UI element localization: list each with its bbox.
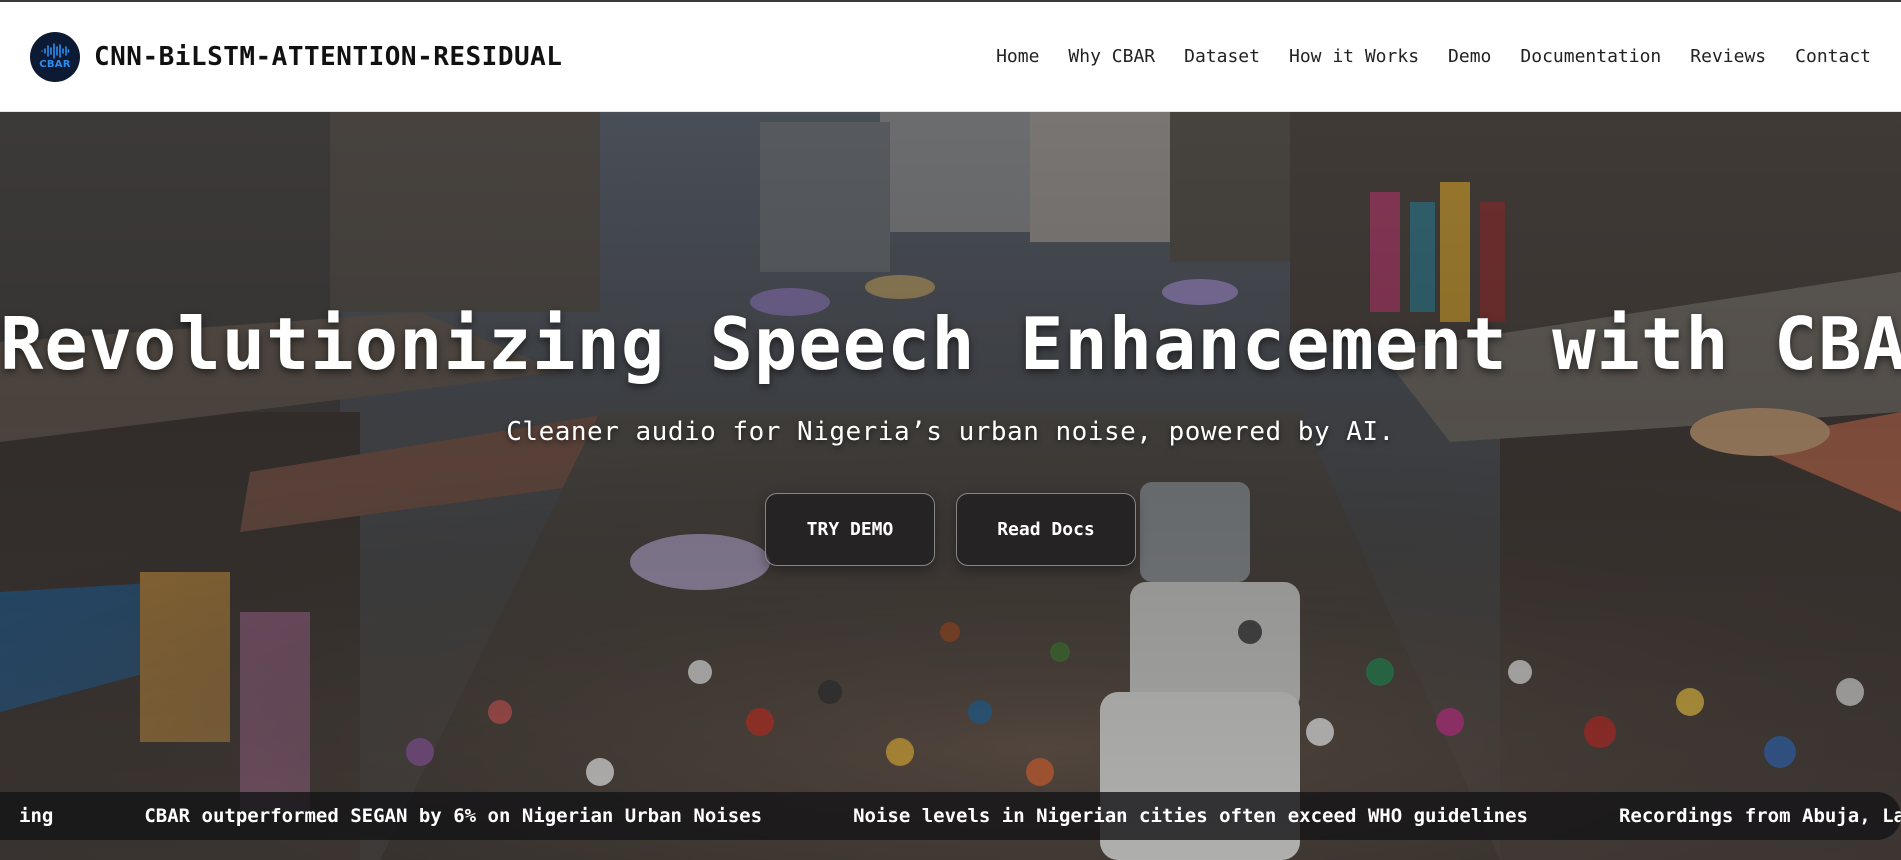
- read-docs-button[interactable]: Read Docs: [956, 493, 1136, 566]
- ticker-item-highlight: Abuja, Lagos,: [1802, 805, 1901, 827]
- nav-link-why-cbar[interactable]: Why CBAR: [1068, 46, 1155, 67]
- logo-text: CBAR: [39, 59, 71, 70]
- nav-link-how-it-works[interactable]: How it Works: [1289, 46, 1419, 67]
- page: CBAR CNN-BiLSTM-ATTENTION-RESIDUAL Home …: [0, 0, 1901, 860]
- ticker-item: Recordings from Abuja, Lagos,: [1619, 805, 1901, 827]
- hero-subtitle: Cleaner audio for Nigeria’s urban noise,…: [506, 417, 1395, 447]
- nav-link-contact[interactable]: Contact: [1795, 46, 1871, 67]
- nav-link-documentation[interactable]: Documentation: [1520, 46, 1661, 67]
- ticker-item-text: on Nigerian Urban Noises: [476, 805, 763, 827]
- hero-section: Revolutionizing Speech Enhancement with …: [0, 112, 1901, 860]
- ticker-item: Noise levels in Nigerian cities often ex…: [853, 805, 1528, 827]
- nav-link-home[interactable]: Home: [996, 46, 1039, 67]
- ticker-item-text: Recordings from: [1618, 805, 1802, 827]
- waveform-icon: [41, 43, 70, 59]
- ticker-item-text: ing: [19, 805, 54, 827]
- ticker-item-highlight: 6%: [453, 805, 477, 827]
- try-demo-button[interactable]: TRY DEMO: [765, 493, 935, 566]
- hero-title: Revolutionizing Speech Enhancement with …: [0, 302, 1901, 386]
- ticker-item-text: Noise levels in Nigerian cities often ex…: [853, 805, 1528, 827]
- nav-link-dataset[interactable]: Dataset: [1184, 46, 1260, 67]
- logo[interactable]: CBAR: [30, 31, 80, 82]
- site-title[interactable]: CNN-BiLSTM-ATTENTION-RESIDUAL: [94, 42, 562, 72]
- ticker-item-text: CBAR outperformed SEGAN by: [144, 805, 454, 827]
- brand[interactable]: CBAR CNN-BiLSTM-ATTENTION-RESIDUAL: [30, 31, 562, 82]
- main-nav: Home Why CBAR Dataset How it Works Demo …: [996, 46, 1871, 67]
- news-ticker: ing CBAR outperformed SEGAN by 6% on Nig…: [0, 792, 1901, 840]
- ticker-item: CBAR outperformed SEGAN by 6% on Nigeria…: [144, 805, 762, 827]
- top-navigation-bar: CBAR CNN-BiLSTM-ATTENTION-RESIDUAL Home …: [0, 0, 1901, 112]
- nav-link-reviews[interactable]: Reviews: [1690, 46, 1766, 67]
- ticker-track: ing CBAR outperformed SEGAN by 6% on Nig…: [19, 805, 1901, 827]
- hero-actions: TRY DEMO Read Docs: [0, 493, 1901, 566]
- hero-content: Revolutionizing Speech Enhancement with …: [0, 112, 1901, 860]
- ticker-item: ing: [19, 805, 53, 827]
- nav-link-demo[interactable]: Demo: [1448, 46, 1491, 67]
